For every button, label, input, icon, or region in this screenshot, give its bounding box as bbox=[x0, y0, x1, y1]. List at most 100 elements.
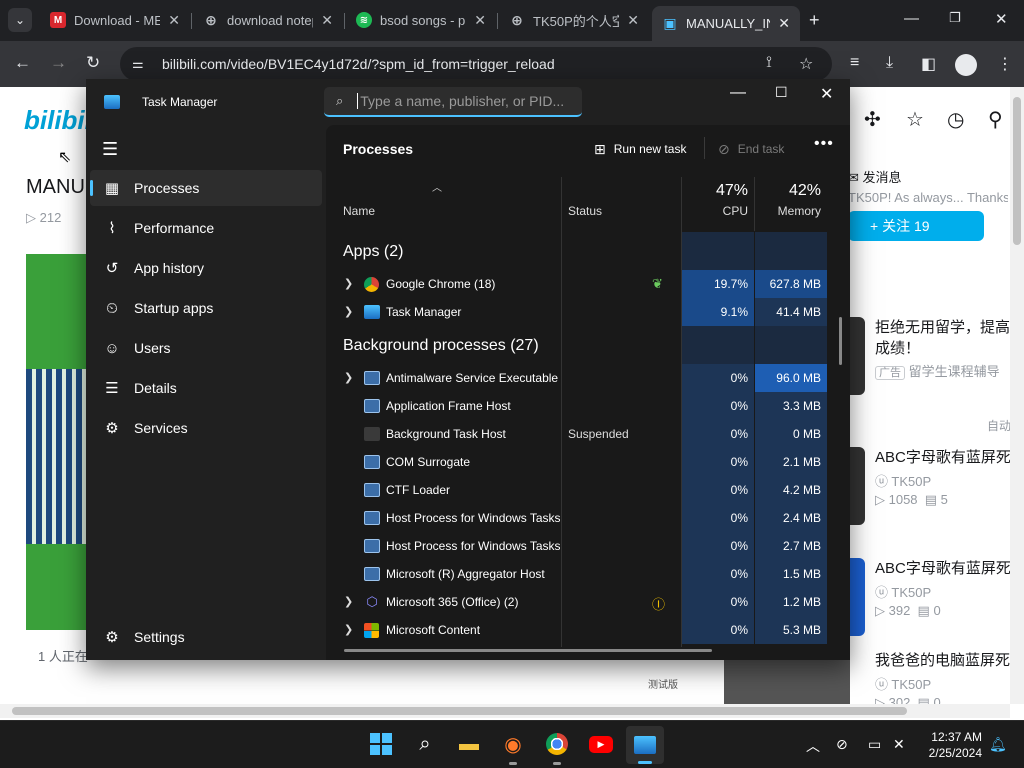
search-icon: ⌕ bbox=[419, 732, 431, 755]
nav-startup-apps[interactable]: ⏲ Startup apps bbox=[90, 290, 322, 326]
close-icon[interactable]: ✕ bbox=[474, 12, 486, 29]
tab-mega[interactable]: M Download - MEGA ✕ bbox=[40, 6, 190, 34]
follow-button[interactable]: + 关注 19 bbox=[848, 211, 984, 241]
tab-download-notepad[interactable]: ⊕ download notepad ✕ bbox=[193, 6, 343, 34]
sort-ascending-icon[interactable]: ︿ bbox=[432, 179, 442, 194]
display-icon[interactable]: ▭ bbox=[868, 736, 881, 753]
recommendation-item[interactable]: 我爸爸的电脑蓝屏死机 ⓤ TK50P ▷ 302 ▤ 0 bbox=[848, 650, 1015, 710]
close-icon[interactable]: ✕ bbox=[321, 12, 333, 29]
column-header-status[interactable]: Status bbox=[568, 204, 602, 218]
translate-icon[interactable]: ⟟ bbox=[766, 54, 772, 72]
table-row[interactable]: Background Task Host Suspended 0% 0 MB bbox=[326, 420, 827, 448]
table-row[interactable]: ❯ Task Manager 9.1% 41.4 MB bbox=[326, 298, 827, 326]
table-row[interactable]: CTF Loader 0% 4.2 MB bbox=[326, 476, 827, 504]
chevron-right-icon[interactable]: ❯ bbox=[344, 277, 353, 290]
chevron-right-icon[interactable]: ❯ bbox=[344, 623, 353, 636]
send-message-link[interactable]: ✉ 发消息 bbox=[848, 167, 902, 186]
volume-muted-icon[interactable]: ✕ bbox=[893, 736, 905, 753]
history-clock-icon[interactable]: ◷ bbox=[947, 107, 964, 132]
reload-icon[interactable]: ↻ bbox=[86, 53, 100, 73]
column-header-name[interactable]: Name bbox=[343, 204, 375, 218]
process-search-box[interactable]: ⌕ bbox=[324, 87, 582, 117]
close-icon[interactable]: ✕ bbox=[778, 15, 790, 32]
recommendation-item[interactable]: 拒绝无用留学，提高成绩！ 广告 留学生课程辅导 bbox=[848, 317, 1013, 397]
microsoft-logo-icon bbox=[364, 623, 379, 638]
media-controls-icon[interactable]: ≡ bbox=[850, 54, 859, 72]
lightbulb-icon[interactable]: ⚲ bbox=[988, 107, 1003, 132]
close-icon[interactable]: ✕ bbox=[820, 84, 833, 104]
search-button[interactable]: ⌕ bbox=[412, 731, 438, 757]
side-panel-icon[interactable]: ◧ bbox=[921, 54, 936, 74]
nav-settings[interactable]: ⚙ Settings bbox=[90, 619, 322, 655]
column-header-cpu[interactable]: CPU bbox=[682, 204, 748, 218]
tab-manually-initiated[interactable]: ▣ MANUALLY_INITIATED ✕ bbox=[652, 6, 800, 41]
tab-search-button[interactable]: ⌄ bbox=[8, 8, 32, 32]
close-icon[interactable]: ✕ bbox=[168, 12, 180, 29]
minimize-icon[interactable]: — bbox=[730, 84, 746, 102]
kebab-menu-icon[interactable]: ⋮ bbox=[997, 54, 1013, 74]
notification-bell-icon[interactable]: 🔔︎ bbox=[989, 736, 1007, 753]
table-row[interactable]: Host Process for Windows Tasks 0% 2.7 MB bbox=[326, 532, 827, 560]
profile-avatar[interactable] bbox=[955, 54, 977, 76]
address-bar[interactable]: ⚌ bilibili.com/video/BV1EC4y1d72d/?spm_i… bbox=[120, 47, 832, 81]
close-window-icon[interactable]: ✕ bbox=[995, 10, 1008, 28]
play-count-icon: ▷ bbox=[875, 603, 889, 618]
more-options-icon[interactable]: ••• bbox=[814, 135, 834, 153]
chevron-right-icon[interactable]: ❯ bbox=[344, 371, 353, 384]
nav-processes[interactable]: ▦ Processes bbox=[90, 170, 322, 206]
table-row[interactable]: Microsoft (R) Aggregator Host 0% 1.5 MB bbox=[326, 560, 827, 588]
table-row[interactable]: COM Surrogate 0% 2.1 MB bbox=[326, 448, 827, 476]
autoplay-label[interactable]: 自动 bbox=[987, 417, 1011, 434]
nav-performance[interactable]: ⌇ Performance bbox=[90, 210, 322, 246]
close-icon[interactable]: ✕ bbox=[627, 12, 639, 29]
chevron-up-icon[interactable]: ︿ bbox=[806, 736, 820, 756]
no-network-icon[interactable]: ⊘ bbox=[836, 736, 848, 753]
chevron-right-icon[interactable]: ❯ bbox=[344, 305, 353, 318]
forward-icon[interactable]: → bbox=[50, 53, 67, 73]
table-row[interactable]: ❯ Microsoft Content 0% 5.3 MB bbox=[326, 616, 827, 644]
page-vertical-scrollbar[interactable] bbox=[1010, 87, 1024, 704]
column-header-memory[interactable]: Memory bbox=[755, 204, 821, 218]
recommendation-item[interactable]: ABC字母歌有蓝屏死机 ⓤ TK50P ▷ 392 ▤ 0 bbox=[848, 558, 1015, 638]
video-player[interactable] bbox=[26, 254, 86, 630]
back-icon[interactable]: ← bbox=[14, 53, 31, 73]
table-row[interactable]: Application Frame Host 0% 3.3 MB bbox=[326, 392, 827, 420]
firefox-button[interactable]: ◉ bbox=[500, 731, 526, 765]
process-list-horizontal-scrollbar[interactable] bbox=[344, 649, 712, 652]
task-manager-titlebar[interactable]: Task Manager ⌕ — ☐ ✕ bbox=[86, 79, 850, 125]
table-row[interactable]: ❯ Antimalware Service Executable 0% 96.0… bbox=[326, 364, 827, 392]
nav-users[interactable]: ☺ Users bbox=[90, 330, 322, 366]
table-row[interactable]: ❯ Google Chrome (18) ❦ 19.7% 627.8 MB bbox=[326, 270, 827, 298]
tab-bsod-songs[interactable]: ≋ bsod songs - playlist ✕ bbox=[346, 6, 496, 34]
run-new-task-button[interactable]: ⊞ Run new task bbox=[594, 137, 686, 161]
minimize-icon[interactable]: — bbox=[904, 10, 919, 27]
nav-services[interactable]: ⚙ Services bbox=[90, 410, 322, 446]
bookmark-star-icon[interactable]: ☆ bbox=[799, 54, 813, 74]
recommendation-thumbnail[interactable] bbox=[724, 660, 850, 704]
start-button[interactable] bbox=[368, 731, 394, 757]
youtube-button[interactable]: ▶ bbox=[588, 731, 614, 757]
chevron-right-icon[interactable]: ❯ bbox=[344, 595, 353, 608]
process-list-vertical-scrollbar[interactable] bbox=[839, 317, 842, 365]
system-clock[interactable]: 12:37 AM 2/25/2024 bbox=[922, 729, 982, 761]
page-horizontal-scrollbar[interactable] bbox=[0, 704, 1010, 718]
nav-app-history[interactable]: ↺ App history bbox=[90, 250, 322, 286]
maximize-icon[interactable]: ☐ bbox=[775, 84, 788, 101]
restore-icon[interactable]: ❐ bbox=[949, 10, 961, 26]
hamburger-menu-icon[interactable]: ☰ bbox=[102, 139, 118, 160]
tab-tk50p-space[interactable]: ⊕ TK50P的个人空间 ✕ bbox=[499, 6, 649, 34]
search-input[interactable] bbox=[357, 93, 568, 109]
nav-details[interactable]: ☰ Details bbox=[90, 370, 322, 406]
recommendation-item[interactable]: ABC字母歌有蓝屏死机 ⓤ TK50P ▷ 1058 ▤ 5 bbox=[848, 447, 1015, 527]
end-task-button[interactable]: ⊘ End task bbox=[718, 137, 784, 161]
task-manager-taskbar-button[interactable] bbox=[626, 726, 664, 764]
new-tab-button[interactable]: + bbox=[809, 10, 820, 31]
table-row[interactable]: Host Process for Windows Tasks 0% 2.4 MB bbox=[326, 504, 827, 532]
share-icon[interactable]: ✣ bbox=[864, 107, 881, 132]
table-row[interactable]: ❯ ⬡ Microsoft 365 (Office) (2) Ⓘ 0% 1.2 … bbox=[326, 588, 827, 616]
favorite-star-icon[interactable]: ☆ bbox=[906, 107, 924, 132]
chrome-button[interactable] bbox=[544, 731, 570, 765]
site-info-icon[interactable]: ⚌ bbox=[132, 56, 148, 72]
download-icon[interactable]: ⤓ bbox=[886, 54, 893, 72]
file-explorer-button[interactable]: ▬ bbox=[456, 731, 482, 757]
